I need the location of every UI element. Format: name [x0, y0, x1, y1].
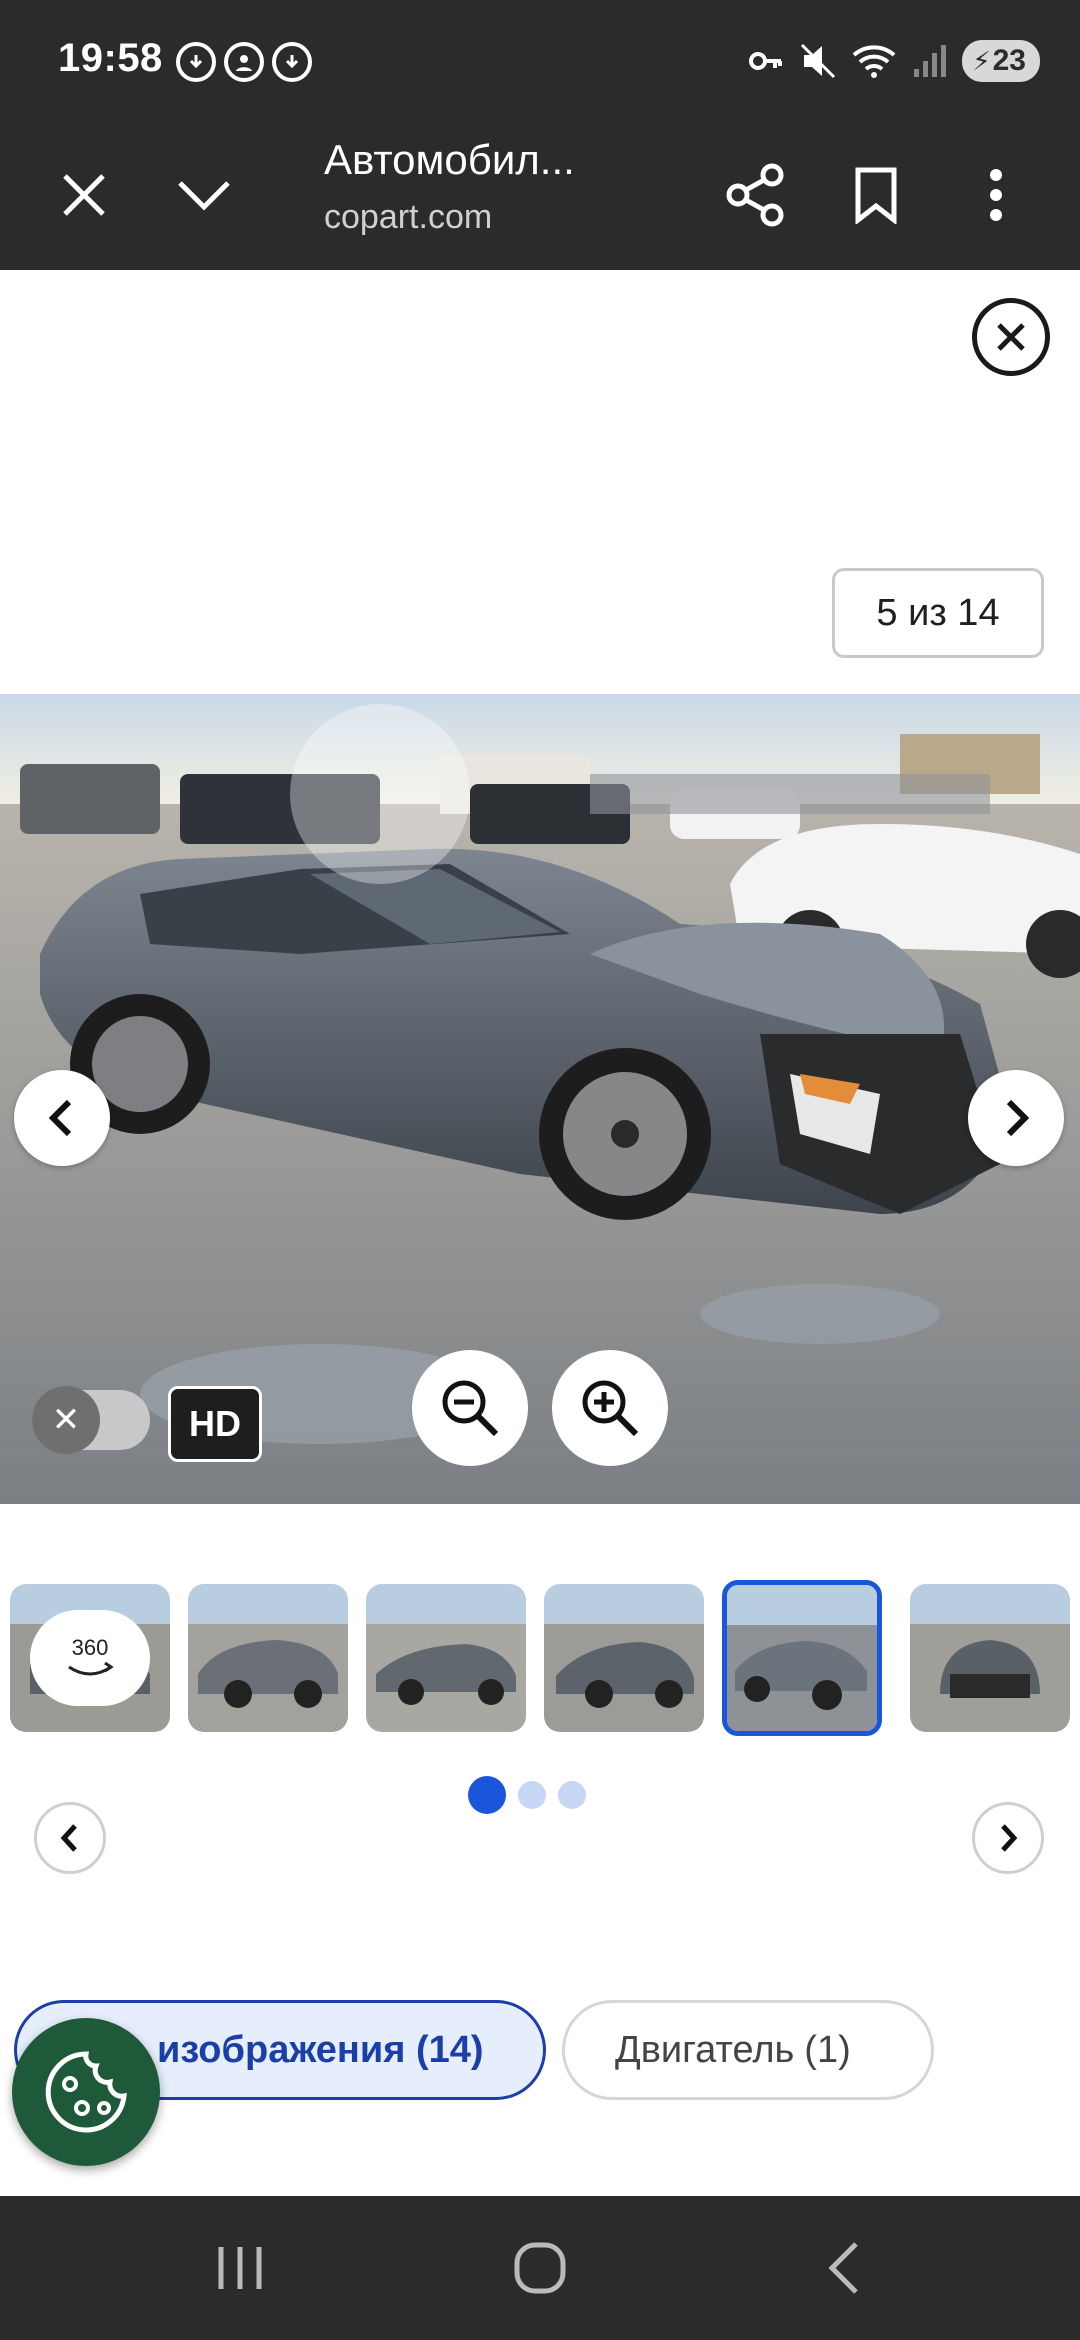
wifi-icon [853, 45, 896, 78]
home-button[interactable] [500, 2232, 580, 2304]
recent-apps-icon [218, 2247, 262, 2289]
pager-dot-active[interactable] [468, 1776, 506, 1814]
page-title: Автомобил... [324, 136, 575, 183]
main-photo[interactable] [0, 694, 1080, 1504]
images-chip-label: изображения (14) [157, 2028, 484, 2071]
thumbnail-image [544, 1584, 704, 1732]
engine-chip-count: (1) [804, 2028, 851, 2071]
bookmark-button[interactable] [836, 155, 916, 235]
page: 19:58 ⚡ 23 Автомобил... copart.com 5 из … [0, 0, 1080, 2340]
close-gallery-button[interactable] [972, 298, 1050, 376]
zoom-in-button[interactable] [552, 1350, 668, 1466]
previous-image-button[interactable] [14, 1070, 110, 1166]
thumbnail-360[interactable]: 360 [10, 1584, 170, 1732]
chevron-right-icon [1001, 1824, 1018, 1852]
mute-icon [801, 43, 836, 79]
hd-toggle-knob: ✕ [32, 1386, 100, 1454]
battery-icon: ⚡ 23 [962, 40, 1040, 82]
car-photo-image [0, 694, 1080, 1504]
thumbnail-2[interactable] [188, 1584, 348, 1732]
cookie-settings-button[interactable] [12, 2018, 160, 2166]
zoom-in-icon [582, 1380, 639, 1437]
image-counter: 5 из 14 [832, 568, 1044, 658]
thumbnail-image [727, 1585, 877, 1731]
more-options-button[interactable] [956, 155, 1036, 235]
chevron-left-icon [48, 1099, 72, 1137]
account-icon [224, 42, 264, 82]
system-navigation-bar [0, 2196, 1080, 2340]
cookie-icon [45, 2051, 127, 2133]
status-notification-icons [176, 42, 312, 82]
signal-icon [914, 45, 947, 77]
custom-tab-toolbar: Автомобил... copart.com [0, 120, 1080, 270]
battery-level: 23 [992, 44, 1026, 77]
close-icon [997, 323, 1025, 351]
back-button[interactable] [804, 2232, 884, 2304]
status-time: 19:58 [58, 36, 163, 80]
thumbnail-pager [468, 1776, 586, 1814]
pager-dot[interactable] [558, 1781, 586, 1809]
360-label: 360 [71, 1635, 109, 1660]
zoom-out-icon [442, 1380, 499, 1437]
thumbnail-5-active[interactable] [722, 1580, 882, 1736]
share-icon [726, 163, 784, 227]
home-icon [514, 2242, 566, 2294]
next-image-button[interactable] [968, 1070, 1064, 1166]
thumbnail-image [366, 1584, 526, 1732]
status-bar: 19:58 ⚡ 23 [0, 0, 1080, 120]
back-icon [828, 2242, 858, 2294]
thumbnail-4[interactable] [544, 1584, 704, 1732]
download-icon [176, 42, 216, 82]
more-vert-icon [990, 169, 1002, 221]
pager-dot[interactable] [518, 1781, 546, 1809]
thumbnail-image [188, 1584, 348, 1732]
thumbnail-image [910, 1584, 1070, 1732]
thumbnail-6[interactable] [910, 1584, 1070, 1732]
thumbnails-next-button[interactable] [972, 1802, 1044, 1874]
hd-toggle[interactable]: ✕ [32, 1386, 150, 1454]
bookmark-icon [855, 167, 897, 224]
thumbnails-prev-button[interactable] [34, 1802, 106, 1874]
status-system-icons: ⚡ 23 [746, 40, 1040, 82]
close-tab-button[interactable] [44, 155, 124, 235]
minimize-tab-button[interactable] [164, 155, 244, 235]
hd-label: HD [168, 1386, 262, 1462]
share-button[interactable] [716, 155, 796, 235]
close-icon [63, 174, 105, 216]
360-view-badge: 360 [30, 1610, 150, 1706]
engine-filter-chip[interactable]: Двигатель (1) [562, 2000, 934, 2100]
thumbnail-3[interactable] [366, 1584, 526, 1732]
key-icon [749, 52, 783, 70]
thumbnail-strip: 360 [0, 1580, 1080, 1736]
chevron-right-icon [1006, 1099, 1030, 1137]
engine-chip-label: Двигатель [615, 2028, 795, 2071]
zoom-out-button[interactable] [412, 1350, 528, 1466]
page-url[interactable]: copart.com [324, 198, 492, 237]
download-icon [272, 42, 312, 82]
chevron-down-icon [178, 181, 230, 211]
chevron-left-icon [60, 1824, 77, 1852]
recent-apps-button[interactable] [200, 2232, 280, 2304]
rotate-360-icon [68, 1661, 114, 1676]
